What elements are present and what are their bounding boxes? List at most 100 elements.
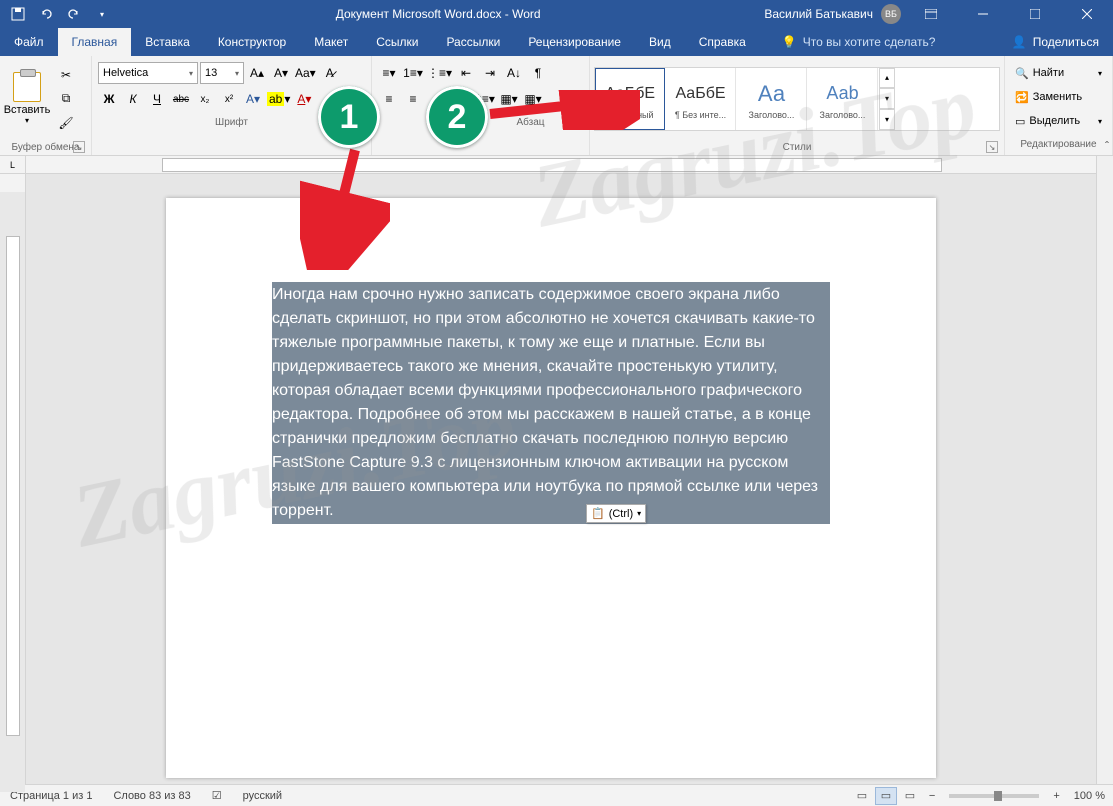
ribbon-display-icon[interactable]	[909, 0, 953, 28]
style-heading1[interactable]: Аа Заголово...	[737, 68, 807, 130]
copy-icon[interactable]: ⧉	[54, 89, 78, 109]
view-read-icon[interactable]: ▭	[851, 787, 873, 805]
select-label: Выделить	[1029, 115, 1080, 127]
window-title: Документ Microsoft Word.docx - Word	[112, 7, 764, 21]
tab-home[interactable]: Главная	[58, 28, 132, 56]
style-heading2[interactable]: Ааb Заголово...	[808, 68, 878, 130]
maximize-button[interactable]	[1013, 0, 1057, 28]
tab-view[interactable]: Вид	[635, 28, 685, 56]
document-area: Иногда нам срочно нужно записать содержи…	[26, 156, 1113, 784]
change-case-icon[interactable]: Aa▾	[294, 62, 317, 84]
share-label: Поделиться	[1033, 35, 1099, 49]
superscript-button[interactable]: x²	[218, 88, 240, 110]
group-editing-label: Редактирование	[1020, 139, 1096, 150]
user-area: Василий Батькавич ВБ	[764, 0, 1113, 28]
collapse-ribbon-icon[interactable]: ˆ	[1105, 139, 1109, 153]
tab-mailings[interactable]: Рассылки	[432, 28, 514, 56]
paste-options-label: (Ctrl)	[609, 508, 633, 520]
styles-gallery: АаБбЕ ¶ Обычный АаБбЕ ¶ Без инте... Аа З…	[594, 67, 1000, 131]
status-words[interactable]: Слово 83 из 83	[103, 785, 201, 806]
user-name[interactable]: Василий Батькавич	[764, 7, 873, 21]
align-left-icon[interactable]: ≡	[378, 88, 400, 110]
font-name-value: Helvetica	[103, 67, 148, 79]
status-proofing-icon[interactable]: ☑	[202, 785, 233, 806]
search-icon: 🔍	[1015, 67, 1029, 80]
find-button[interactable]: 🔍Найти▾	[1011, 62, 1106, 84]
cut-icon[interactable]: ✂	[54, 65, 78, 85]
user-avatar[interactable]: ВБ	[881, 4, 901, 24]
numbering-icon[interactable]: 1≡▾	[402, 62, 424, 84]
strikethrough-button[interactable]: abc	[170, 88, 192, 110]
view-print-icon[interactable]: ▭	[875, 787, 897, 805]
styles-scroll-up[interactable]: ▴	[879, 68, 895, 89]
multilevel-icon[interactable]: ⋮≡▾	[426, 62, 453, 84]
bold-button[interactable]: Ж	[98, 88, 120, 110]
minimize-button[interactable]	[961, 0, 1005, 28]
tab-help[interactable]: Справка	[685, 28, 760, 56]
vertical-scrollbar[interactable]	[1096, 156, 1113, 784]
group-font-label: Шрифт	[215, 117, 248, 128]
subscript-button[interactable]: x₂	[194, 88, 216, 110]
paste-options-popup[interactable]: 📋 (Ctrl) ▾	[586, 504, 646, 523]
grow-font-icon[interactable]: A▴	[246, 62, 268, 84]
highlight-icon[interactable]: ab▾	[266, 88, 291, 110]
show-marks-icon[interactable]: ¶	[527, 62, 549, 84]
page-content[interactable]: Иногда нам срочно нужно записать содержи…	[166, 198, 936, 524]
zoom-slider[interactable]	[949, 794, 1039, 798]
underline-button[interactable]: Ч	[146, 88, 168, 110]
sort-icon[interactable]: A↓	[503, 62, 525, 84]
style-no-spacing[interactable]: АаБбЕ ¶ Без инте...	[666, 68, 736, 130]
font-size-combo[interactable]: 13▾	[200, 62, 244, 84]
decrease-indent-icon[interactable]: ⇤	[455, 62, 477, 84]
italic-button[interactable]: К	[122, 88, 144, 110]
qat-customize-icon[interactable]: ▾	[92, 4, 112, 24]
text-effects-icon[interactable]: A▾	[242, 88, 264, 110]
style-preview-3: Ааb	[826, 78, 858, 110]
tell-me-label: Что вы хотите сделать?	[803, 35, 936, 49]
styles-expand[interactable]: ▾	[879, 109, 895, 130]
replace-button[interactable]: 🔁Заменить	[1011, 86, 1106, 108]
save-icon[interactable]	[8, 4, 28, 24]
select-icon: ▭	[1015, 115, 1025, 128]
styles-scroll-down[interactable]: ▾	[879, 88, 895, 109]
annotation-arrow-2	[480, 90, 640, 130]
align-center-icon[interactable]: ≡	[402, 88, 424, 110]
replace-label: Заменить	[1033, 91, 1082, 103]
tab-file[interactable]: Файл	[0, 28, 58, 56]
tell-me-search[interactable]: 💡 Что вы хотите сделать?	[768, 28, 950, 56]
select-button[interactable]: ▭Выделить▾	[1011, 110, 1106, 132]
share-button[interactable]: 👤 Поделиться	[998, 28, 1113, 56]
clear-formatting-icon[interactable]: A̷	[319, 62, 341, 84]
tab-insert[interactable]: Вставка	[131, 28, 204, 56]
redo-icon[interactable]	[64, 4, 84, 24]
status-language[interactable]: русский	[233, 785, 293, 806]
style-name-3: Заголово...	[820, 110, 866, 120]
tab-references[interactable]: Ссылки	[362, 28, 432, 56]
document-scroll[interactable]: Иногда нам срочно нужно записать содержи…	[26, 174, 1113, 784]
tab-design[interactable]: Конструктор	[204, 28, 300, 56]
group-styles: АаБбЕ ¶ Обычный АаБбЕ ¶ Без инте... Аа З…	[590, 56, 1005, 155]
selected-paragraph[interactable]: Иногда нам срочно нужно записать содержи…	[272, 282, 830, 524]
paste-button[interactable]: Вставить ▾	[4, 63, 50, 135]
horizontal-ruler	[26, 156, 1113, 174]
shrink-font-icon[interactable]: A▾	[270, 62, 292, 84]
group-styles-label: Стили	[783, 142, 812, 153]
tab-review[interactable]: Рецензирование	[514, 28, 635, 56]
tab-layout[interactable]: Макет	[300, 28, 362, 56]
lightbulb-icon: 💡	[782, 35, 797, 49]
undo-icon[interactable]	[36, 4, 56, 24]
view-web-icon[interactable]: ▭	[899, 787, 921, 805]
clipboard-icon	[13, 72, 41, 102]
font-name-combo[interactable]: Helvetica▾	[98, 62, 198, 84]
font-color-icon[interactable]: A▾	[293, 88, 315, 110]
styles-dialog-launcher[interactable]: ↘	[986, 141, 998, 153]
clipboard-dialog-launcher[interactable]: ↘	[73, 141, 85, 153]
bullets-icon[interactable]: ≡▾	[378, 62, 400, 84]
group-editing: 🔍Найти▾ 🔁Заменить ▭Выделить▾ Редактирова…	[1005, 56, 1113, 155]
close-button[interactable]	[1065, 0, 1109, 28]
work-area: L Иногда нам срочно нужно записать содер…	[0, 156, 1113, 784]
page: Иногда нам срочно нужно записать содержи…	[166, 198, 936, 778]
increase-indent-icon[interactable]: ⇥	[479, 62, 501, 84]
format-painter-icon[interactable]: 🖌	[54, 113, 78, 133]
style-name-1: ¶ Без инте...	[675, 110, 726, 120]
